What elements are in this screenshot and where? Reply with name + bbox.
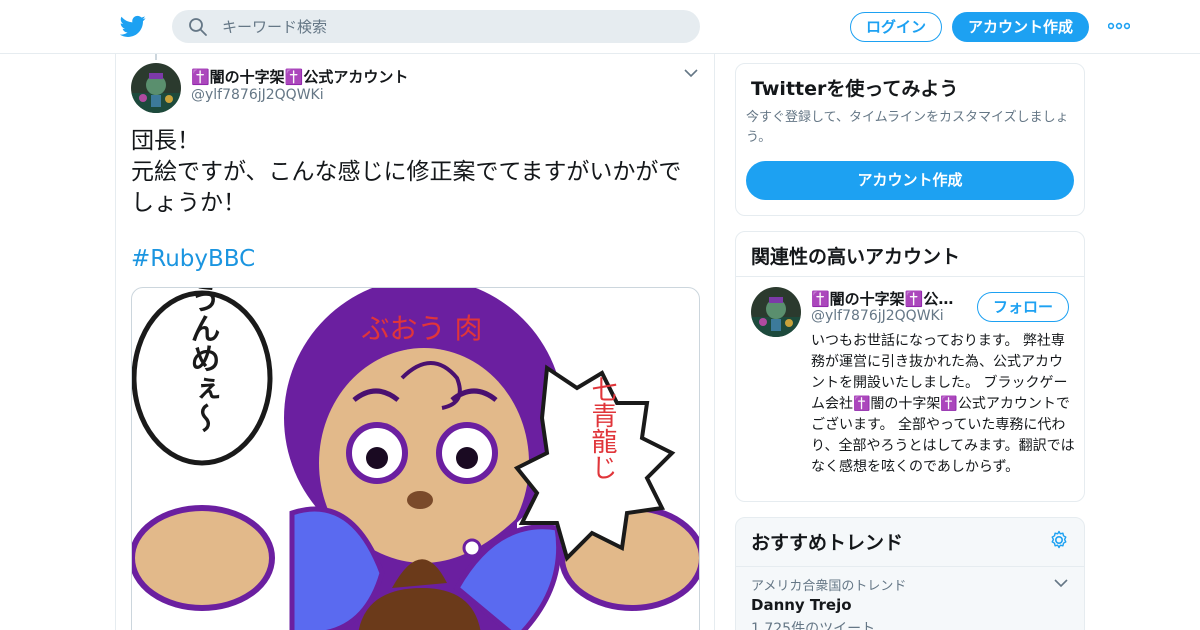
signup-card-description: 今すぐ登録して、タイムラインをカスタマイズしましょう。 — [746, 110, 1069, 145]
trends-card: おすすめトレンド アメリカ合衆国のトレンド Danny Trejo 1,725件… — [735, 517, 1085, 630]
trends-title: おすすめトレンド — [751, 532, 904, 554]
top-nav-bar: ログイン アカウント作成 — [0, 0, 1200, 54]
card-divider — [736, 566, 1084, 567]
related-account-handle[interactable]: @ylf7876jJ2QQWKi — [811, 308, 944, 324]
tweet-detail: ✝️闇の十字架✝️公式アカウント @ylf7876jJ2QQWKi 団長！ 元絵… — [115, 54, 715, 630]
chevron-down-icon[interactable] — [1054, 578, 1068, 588]
login-button[interactable]: ログイン — [850, 12, 942, 42]
trend-context: アメリカ合衆国のトレンド — [751, 579, 907, 594]
related-account-name[interactable]: ✝️闇の十字架✝️公… — [811, 288, 971, 309]
tweet-media-image[interactable]: うんめぇ〜 ぶおう 肉 七青龍じ — [131, 287, 700, 630]
avatar-image-icon — [751, 287, 801, 337]
hashtag-link[interactable]: #RubyBBC — [131, 246, 255, 272]
related-account-bio: いつもお世話になっております。 弊社専務が運営に引き抜かれた為、公式アカウントを… — [811, 333, 1075, 475]
trend-name-link[interactable]: Danny Trejo — [751, 596, 852, 614]
author-avatar[interactable] — [131, 63, 181, 113]
more-options-icon[interactable] — [1108, 22, 1130, 30]
signup-card-title: Twitterを使ってみよう — [751, 78, 959, 100]
illustration-image: うんめぇ〜 ぶおう 肉 七青龍じ — [132, 288, 699, 630]
follow-button[interactable]: フォロー — [977, 292, 1069, 322]
side-text: 七青龍じ — [587, 376, 617, 480]
signup-card-button[interactable]: アカウント作成 — [746, 161, 1074, 200]
head-text: ぶおう 肉 — [362, 312, 483, 345]
twitter-bird-logo-icon[interactable] — [120, 13, 146, 39]
related-accounts-card: 関連性の高いアカウント ✝️闇の十字架✝️公… @ylf7876jJ2QQWKi… — [735, 231, 1085, 502]
trend-tweet-count: 1,725件のツイート — [751, 621, 876, 630]
author-name[interactable]: ✝️闇の十字架✝️公式アカウント — [191, 66, 408, 87]
card-divider — [736, 276, 1084, 277]
signup-button[interactable]: アカウント作成 — [952, 12, 1089, 42]
tweet-text: 団長！ 元絵ですが、こんな感じに修正案でてますがいかがでしょうか！ — [131, 128, 682, 216]
speech-bubble-text: うんめぇ〜 — [185, 288, 220, 433]
signup-promo-card: Twitterを使ってみよう 今すぐ登録して、タイムラインをカスタマイズしましょ… — [735, 63, 1085, 216]
search-bar[interactable] — [172, 10, 700, 43]
chevron-down-icon[interactable] — [684, 68, 698, 78]
search-input[interactable] — [222, 10, 682, 43]
author-handle[interactable]: @ylf7876jJ2QQWKi — [191, 87, 324, 103]
search-icon — [189, 18, 207, 36]
related-accounts-title: 関連性の高いアカウント — [751, 246, 961, 268]
related-account-avatar[interactable] — [751, 287, 801, 337]
thread-connector-line — [155, 54, 157, 60]
avatar-image-icon — [131, 63, 181, 113]
gear-icon[interactable] — [1049, 530, 1069, 550]
